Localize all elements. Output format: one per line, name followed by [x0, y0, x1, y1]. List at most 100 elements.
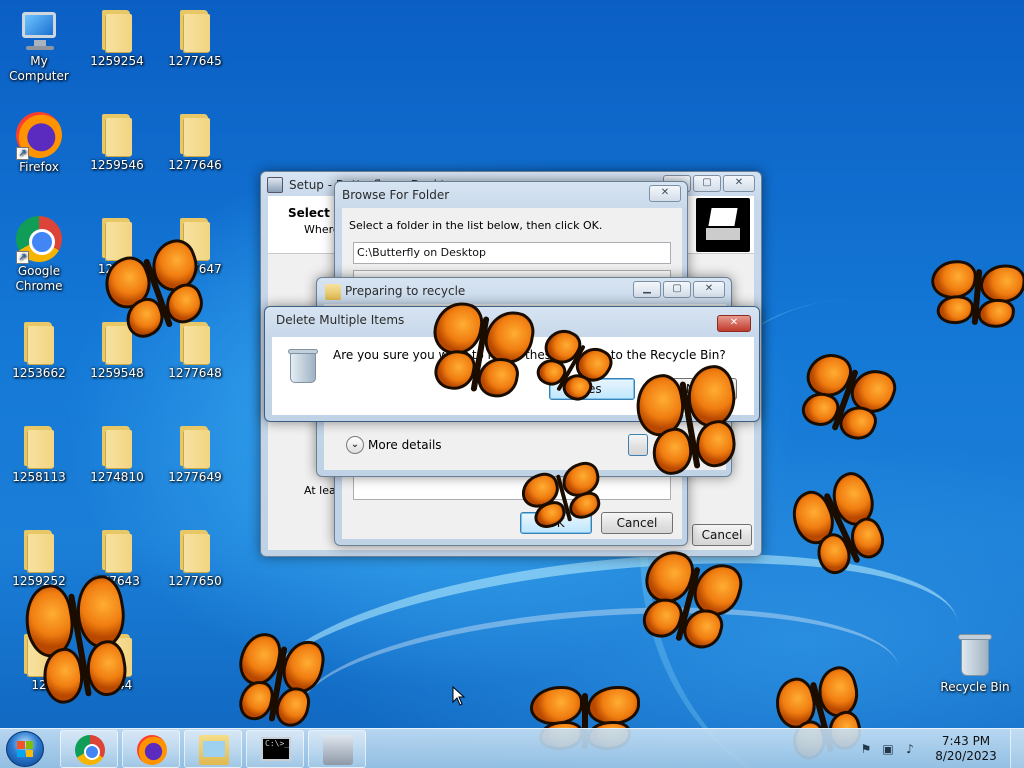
clock-time: 7:43 PM — [941, 734, 991, 748]
maximize-button[interactable]: ▢ — [663, 281, 691, 298]
desktop-icon-folder[interactable]: 1277645 — [156, 8, 234, 69]
butterfly-wing — [679, 604, 727, 654]
delete-client: Are you sure you want to move these 2 it… — [272, 337, 754, 415]
butterfly-wing — [843, 513, 891, 564]
butterfly-wing — [845, 363, 901, 420]
computer-icon — [16, 8, 62, 52]
butterfly-wing — [935, 293, 976, 327]
desktop-icon-folder[interactable]: 1253662 — [0, 320, 78, 381]
desktop-icon-folder[interactable]: 1258113 — [0, 424, 78, 485]
system-tray: ⚑ ▣ ♪ 7:43 PM 8/20/2023 — [854, 729, 1024, 768]
folder-path-field[interactable]: C:\Butterfly on Desktop — [353, 242, 671, 264]
folder-icon — [22, 320, 56, 364]
folder-icon — [100, 320, 134, 364]
folder-icon — [178, 320, 212, 364]
desktop-icon-label: 1277648 — [168, 366, 222, 380]
delete-confirm-message: Are you sure you want to move these 2 it… — [333, 348, 726, 362]
butterfly-wing — [638, 593, 687, 643]
taskbar-setup-button[interactable] — [308, 730, 366, 768]
setup-logo-icon — [696, 198, 750, 252]
caption-buttons: ▁ ▢ ✕ — [633, 281, 725, 298]
folder-icon — [22, 632, 56, 676]
volume-muted-icon[interactable]: ♪ — [902, 741, 918, 757]
folder-icon — [178, 112, 212, 156]
close-button[interactable]: ✕ — [717, 315, 751, 332]
close-button[interactable]: ✕ — [723, 175, 755, 192]
desktop-icon-folder[interactable]: 12 — [0, 632, 78, 693]
desktop-icon-folder[interactable]: 1259546 — [78, 112, 156, 173]
desktop-icon-label: 12 — [31, 678, 47, 692]
desktop-icon-label: Firefox — [19, 160, 59, 174]
butterfly-body — [971, 268, 983, 326]
show-desktop-button[interactable] — [1010, 729, 1024, 768]
butterfly-wing — [810, 528, 858, 580]
more-details-toggle[interactable]: More details — [368, 438, 442, 452]
setup-icon — [323, 735, 353, 765]
folder-icon — [100, 632, 134, 676]
desktop-icon-folder[interactable]: 1259252 — [0, 528, 78, 589]
butterfly-wing — [235, 629, 285, 689]
taskbar-explorer-button[interactable] — [184, 730, 242, 768]
desktop-icon-label: 1277647 — [168, 262, 222, 276]
firefox-icon: ↗ — [16, 112, 62, 160]
yes-button[interactable]: Yes — [549, 378, 635, 400]
butterfly-wing — [978, 262, 1024, 305]
desktop-icon-google-chrome[interactable]: ↗ Google Chrome — [0, 216, 78, 294]
desktop-icon-label: Recycle Bin — [940, 680, 1010, 694]
desktop-icon-folder[interactable]: 1277646 — [156, 112, 234, 173]
preparing-cancel-button[interactable] — [628, 434, 648, 456]
desktop-icon-firefox[interactable]: ↗ Firefox — [0, 112, 78, 175]
folder-icon — [178, 8, 212, 52]
desktop-icon-my-computer[interactable]: My Computer — [0, 8, 78, 84]
desktop-icon-folder[interactable]: 7644 — [78, 632, 156, 693]
action-center-flag-icon[interactable]: ⚑ — [858, 741, 874, 757]
desktop-icon-label: 1259548 — [90, 366, 144, 380]
desktop-icon-recycle-bin[interactable]: Recycle Bin — [936, 632, 1014, 695]
maximize-button[interactable]: ▢ — [693, 175, 721, 192]
taskbar-firefox-button[interactable] — [122, 730, 180, 768]
desktop-icon-folder[interactable]: 12595 — [78, 216, 156, 277]
folder-icon — [178, 528, 212, 572]
folder-icon — [178, 216, 212, 260]
ok-button[interactable]: OK — [520, 512, 592, 534]
desktop-icon-folder[interactable]: 1274810 — [78, 424, 156, 485]
minimize-button[interactable]: ▁ — [633, 281, 661, 298]
chevron-down-icon[interactable]: ⌄ — [346, 436, 364, 454]
clock[interactable]: 7:43 PM 8/20/2023 — [930, 734, 1002, 764]
shortcut-arrow-icon: ↗ — [16, 251, 29, 264]
no-button[interactable]: No — [651, 378, 737, 400]
browse-cancel-button[interactable]: Cancel — [601, 512, 673, 534]
desktop-icon-label: My Computer — [9, 54, 69, 83]
desktop-icon-label: 12595 — [97, 262, 137, 276]
firefox-icon — [137, 735, 167, 765]
setup-cancel-button[interactable]: Cancel — [692, 524, 752, 546]
close-button[interactable]: ✕ — [649, 185, 681, 202]
folder-icon — [178, 424, 212, 468]
close-button[interactable]: ✕ — [693, 281, 725, 298]
mouse-cursor-icon — [452, 686, 466, 706]
folder-icon — [22, 424, 56, 468]
desktop-icon-folder[interactable]: 1277649 — [156, 424, 234, 485]
desktop-icon-label: Google Chrome — [15, 264, 63, 293]
desktop-icon-folder[interactable]: 1277650 — [156, 528, 234, 589]
network-icon[interactable]: ▣ — [880, 741, 896, 757]
desktop-icon-label: 1258113 — [12, 470, 66, 484]
desktop-icon-folder[interactable]: 1259254 — [78, 8, 156, 69]
butterfly-wing — [801, 347, 857, 404]
butterfly-body — [675, 566, 701, 642]
desktop-icon-label: 7644 — [101, 678, 133, 692]
folder-icon — [100, 8, 134, 52]
desktop-icon-folder[interactable]: 1277648 — [156, 320, 234, 381]
butterfly-wing — [783, 485, 843, 551]
butterfly-wing — [530, 686, 583, 725]
desktop-icon-folder[interactable]: 277643 — [78, 528, 156, 589]
desktop-icon-folder[interactable]: 1277647 — [156, 216, 234, 277]
butterfly-body — [268, 645, 288, 723]
taskbar-cmd-button[interactable]: C:\>_ — [246, 730, 304, 768]
taskbar-chrome-button[interactable] — [60, 730, 118, 768]
delete-multiple-items-dialog[interactable]: Delete Multiple Items ✕ Are you sure you… — [264, 306, 760, 422]
browse-instruction: Select a folder in the list below, then … — [349, 219, 603, 232]
desktop-icon-label: 1253662 — [12, 366, 66, 380]
start-button[interactable] — [6, 731, 44, 767]
desktop-icon-folder[interactable]: 1259548 — [78, 320, 156, 381]
